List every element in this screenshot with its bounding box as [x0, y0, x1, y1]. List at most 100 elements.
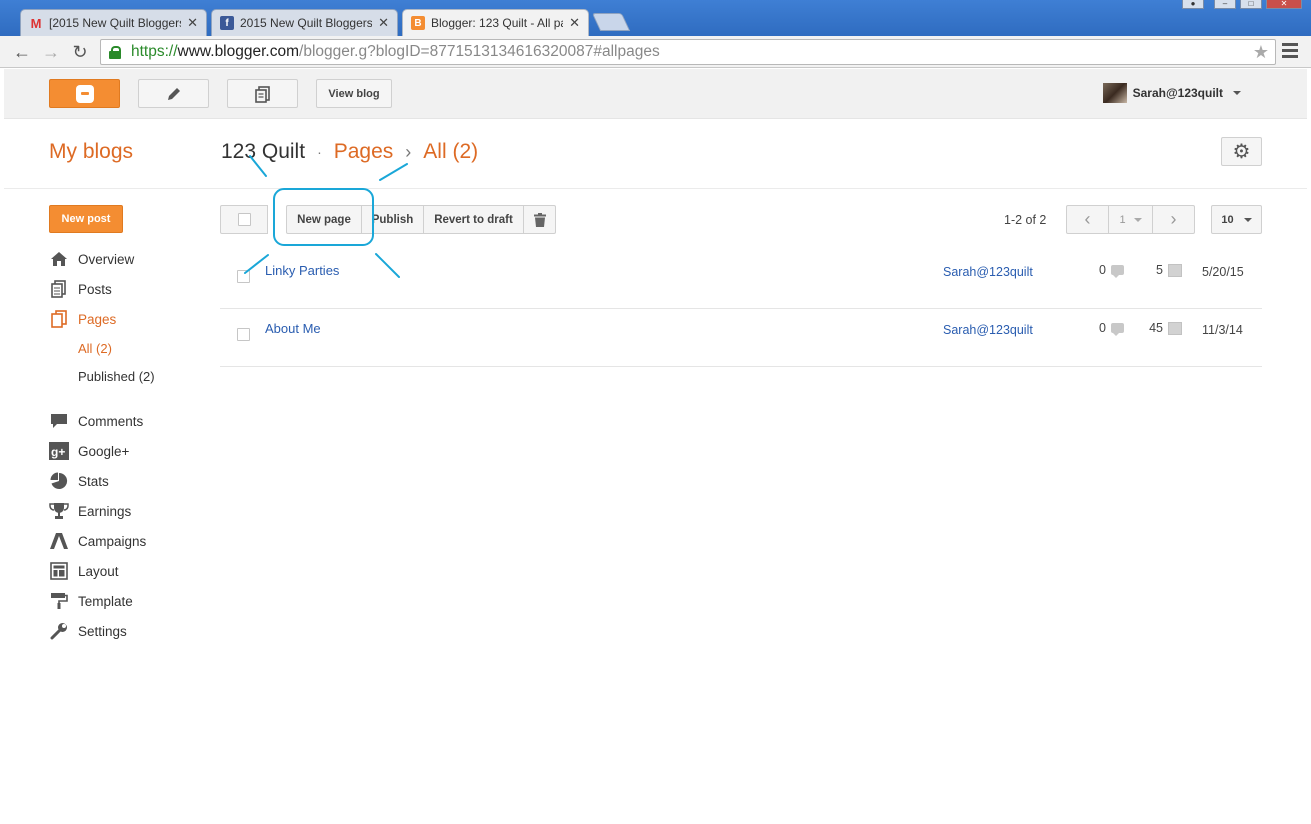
publish-button[interactable]: Publish	[361, 205, 424, 234]
blogger-logo-button[interactable]	[49, 79, 120, 108]
comment-count: 0	[1099, 263, 1124, 278]
sidebar-item-google-plus[interactable]: g+ Google+	[49, 441, 129, 461]
next-page-icon[interactable]: ›	[1153, 206, 1194, 233]
compose-button[interactable]	[138, 79, 209, 108]
tab-title: Blogger: 123 Quilt - All pa	[431, 16, 564, 30]
settings-gear-button[interactable]: ⚙	[1221, 137, 1262, 166]
trash-icon	[533, 212, 546, 227]
sidebar-item-label: Google+	[78, 443, 130, 459]
revert-to-draft-button[interactable]: Revert to draft	[423, 205, 524, 234]
url-path: /blogger.g?blogID=8771513134616320087#al…	[299, 43, 660, 60]
stats-graph-icon	[1168, 321, 1182, 335]
page-select[interactable]: 1	[1109, 206, 1153, 233]
page-author-link[interactable]: Sarah@123quilt	[943, 265, 1033, 279]
sidebar-item-settings[interactable]: Settings	[49, 621, 127, 641]
sidebar-item-pages[interactable]: Pages	[49, 309, 116, 329]
forward-arrow-icon[interactable]: →	[40, 41, 62, 63]
sidebar-item-template[interactable]: Template	[49, 591, 133, 611]
svg-text:g+: g+	[51, 445, 65, 459]
sidebar-item-campaigns[interactable]: Campaigns	[49, 531, 146, 551]
pages-icon	[49, 310, 69, 328]
breadcrumb-blog-name[interactable]: 123 Quilt	[221, 140, 305, 164]
comment-count-value: 0	[1099, 321, 1106, 335]
breadcrumb-dot: ·	[317, 144, 322, 160]
paint-roller-icon	[49, 592, 69, 610]
window-close-button[interactable]: ✕	[1266, 0, 1302, 9]
close-icon[interactable]: ✕	[187, 15, 198, 31]
trophy-icon	[49, 502, 69, 520]
page-title-link[interactable]: Linky Parties	[265, 263, 339, 278]
breadcrumb-all[interactable]: All (2)	[423, 140, 478, 164]
delete-button[interactable]	[523, 205, 556, 234]
browser-tab-blogger[interactable]: B Blogger: 123 Quilt - All pa ✕	[402, 9, 589, 36]
sidebar-item-label: Stats	[78, 473, 109, 489]
page-author-link[interactable]: Sarah@123quilt	[943, 323, 1033, 337]
view-blog-button[interactable]: View blog	[316, 79, 392, 108]
sidebar-item-earnings[interactable]: Earnings	[49, 501, 131, 521]
chevron-down-icon	[1233, 91, 1241, 95]
sidebar-item-overview[interactable]: Overview	[49, 249, 134, 269]
browser-tab-gmail[interactable]: M [2015 New Quilt Bloggers] ✕	[20, 9, 207, 36]
row-checkbox[interactable]	[237, 270, 250, 283]
new-post-button[interactable]: New post	[49, 205, 123, 233]
browser-tab-facebook[interactable]: f 2015 New Quilt Bloggers ✕	[211, 9, 398, 36]
comment-icon	[1110, 323, 1124, 336]
tab-title: [2015 New Quilt Bloggers]	[49, 16, 182, 30]
sidebar-subitem-published[interactable]: Published (2)	[78, 369, 155, 384]
lock-icon	[109, 46, 121, 59]
per-page-select[interactable]: 10	[1211, 205, 1262, 234]
page-title-link[interactable]: About Me	[265, 321, 321, 336]
layout-icon	[49, 562, 69, 580]
select-all-checkbox[interactable]	[220, 205, 268, 234]
title-row: My blogs 123 Quilt · Pages › All (2) ⚙	[4, 119, 1307, 189]
blogger-logo-icon	[75, 84, 94, 103]
comment-icon	[1110, 265, 1124, 278]
wrench-icon	[49, 622, 69, 640]
minimize-button[interactable]: –	[1214, 0, 1236, 9]
breadcrumb-pages[interactable]: Pages	[334, 140, 394, 164]
browser-menu-icon[interactable]	[1282, 43, 1298, 61]
browser-tabstrip: M [2015 New Quilt Bloggers] ✕ f 2015 New…	[0, 0, 1311, 36]
gmail-icon: M	[30, 15, 42, 31]
posts-list-button[interactable]	[227, 79, 298, 108]
sidebar-item-label: Overview	[78, 251, 135, 267]
result-count: 1-2 of 2	[1004, 213, 1047, 227]
sidebar-item-posts[interactable]: Posts	[49, 279, 112, 299]
sidebar-item-label: Pages	[78, 311, 117, 327]
sidebar-item-label: Campaigns	[78, 533, 147, 549]
user-menu[interactable]: Sarah@123quilt	[1102, 83, 1241, 103]
maximize-button[interactable]: □	[1240, 0, 1262, 9]
pencil-icon	[167, 87, 180, 100]
sidebar-item-stats[interactable]: Stats	[49, 471, 109, 491]
sidebar-item-label: Template	[78, 593, 133, 609]
bookmark-star-icon[interactable]: ★	[1253, 42, 1269, 63]
home-icon	[49, 250, 69, 268]
comment-count-value: 0	[1099, 263, 1106, 277]
user-name: Sarah@123quilt	[1132, 86, 1223, 100]
page-number: 1	[1119, 213, 1126, 226]
view-count-value: 5	[1156, 263, 1163, 277]
sidebar-item-label: Layout	[78, 563, 119, 579]
prev-page-icon[interactable]: ‹	[1067, 206, 1109, 233]
my-blogs-link[interactable]: My blogs	[49, 140, 133, 164]
pie-chart-icon	[49, 472, 69, 490]
blogger-icon: B	[411, 16, 425, 30]
sidebar-item-label: Settings	[78, 623, 127, 639]
back-arrow-icon[interactable]: ←	[11, 41, 33, 63]
reload-icon[interactable]: ↻	[69, 41, 91, 63]
sidebar-item-comments[interactable]: Comments	[49, 411, 143, 431]
sidebar-subitem-all[interactable]: All (2)	[78, 341, 112, 356]
new-page-button[interactable]: New page	[286, 205, 362, 234]
page-date: 11/3/14	[1202, 323, 1243, 337]
close-icon[interactable]: ✕	[569, 15, 580, 31]
sidebar-item-layout[interactable]: Layout	[49, 561, 119, 581]
google-plus-icon: g+	[49, 442, 69, 460]
blogger-header: View blog Sarah@123quilt	[4, 69, 1307, 119]
user-profile-icon[interactable]: ●	[1182, 0, 1204, 9]
address-bar[interactable]: https:// www.blogger.com /blogger.g?blog…	[100, 39, 1276, 65]
view-count: 45	[1132, 321, 1182, 335]
avatar	[1102, 83, 1127, 103]
close-icon[interactable]: ✕	[378, 15, 389, 31]
row-checkbox[interactable]	[237, 328, 250, 341]
new-tab-button[interactable]	[591, 13, 631, 31]
